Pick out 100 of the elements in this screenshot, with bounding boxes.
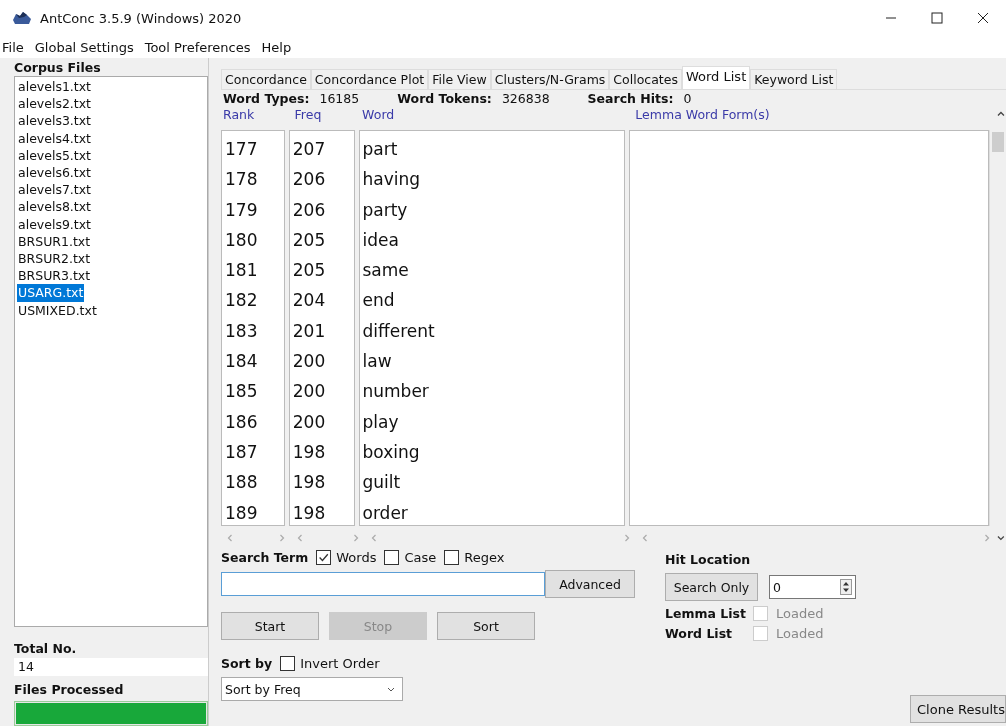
files-processed-label: Files Processed <box>14 682 125 697</box>
checkbox[interactable] <box>444 550 460 565</box>
scroll-up-icon[interactable] <box>996 109 1006 119</box>
table-cell-text: 189 <box>224 501 259 525</box>
table-cell-text: 179 <box>224 198 259 222</box>
list-label: Lemma List <box>665 606 747 621</box>
sort-dropdown[interactable]: Sort by Freq <box>221 677 403 701</box>
table-cell-text: 204 <box>291 289 327 313</box>
stat-label: Search Hits: <box>587 90 674 106</box>
stat-value: 0 <box>683 90 692 106</box>
table-cell-text: 187 <box>224 440 259 464</box>
vertical-scrollbar[interactable] <box>989 130 1006 526</box>
corpus-file-item[interactable]: BRSUR1.txt <box>17 232 92 251</box>
tab[interactable]: Collocates <box>609 69 682 89</box>
table-cell-text: boxing <box>361 440 421 464</box>
column-header[interactable]: Freq <box>294 106 363 122</box>
corpus-file-item[interactable]: alevels9.txt <box>17 215 93 233</box>
table-cell-text: idea <box>361 228 400 252</box>
stat-label: Word Types: <box>223 90 310 106</box>
table-cell-text: 198 <box>291 501 327 525</box>
column-header[interactable]: Word <box>362 106 636 122</box>
corpus-files-label: Corpus Files <box>14 60 102 75</box>
menu-item[interactable]: File <box>2 39 24 55</box>
checkbox-label[interactable]: Invert Order <box>300 656 380 671</box>
scroll-down-icon[interactable] <box>996 533 1006 543</box>
menu-item[interactable]: Tool Preferences <box>144 39 251 55</box>
action-button[interactable]: Start <box>221 612 319 640</box>
corpus-file-item[interactable]: alevels4.txt <box>17 129 93 147</box>
checkbox[interactable] <box>316 550 332 565</box>
action-button[interactable]: Sort <box>437 612 535 640</box>
tab[interactable]: File View <box>428 69 491 89</box>
table-cell-text: 186 <box>224 410 259 434</box>
hit-location-label: Hit Location <box>665 552 752 567</box>
spin-arrows-icon[interactable] <box>840 579 852 595</box>
corpus-file-item[interactable]: alevels7.txt <box>17 181 93 199</box>
table-cell-text: 207 <box>291 138 327 161</box>
corpus-file-item[interactable]: BRSUR2.txt <box>17 250 92 268</box>
table-cell-text: 206 <box>291 198 327 222</box>
tab[interactable]: Concordance Plot <box>310 69 429 89</box>
corpus-file-item[interactable]: alevels1.txt <box>17 78 93 96</box>
table-cell-text: same <box>361 259 410 283</box>
spin-field[interactable]: 0 <box>769 575 856 599</box>
checkbox-label: Loaded <box>776 606 824 621</box>
table-cell-text: having <box>361 168 422 192</box>
menu-item[interactable]: Global Settings <box>34 39 134 55</box>
table-cell-text: law <box>361 350 393 374</box>
app-icon <box>12 10 32 26</box>
corpus-file-item[interactable]: alevels8.txt <box>17 198 93 216</box>
menu-item[interactable]: Help <box>261 39 292 55</box>
column-header[interactable]: Lemma Word Form(s) <box>635 106 997 122</box>
table-cell-text: 188 <box>224 471 259 495</box>
window-title: AntConc 3.5.9 (Windows) 2020 <box>40 10 242 26</box>
table-cell-text: 200 <box>291 410 327 434</box>
table-cell-text: 205 <box>291 228 327 252</box>
scroll-left-icon[interactable] <box>225 533 235 543</box>
table-cell-text: 178 <box>224 168 259 192</box>
column-header[interactable]: Rank <box>221 106 295 122</box>
table-cell-text: 184 <box>224 350 259 374</box>
corpus-file-item[interactable]: alevels6.txt <box>17 164 93 182</box>
clone-results-button[interactable]: Clone Results <box>910 695 1006 723</box>
corpus-file-item[interactable]: USARG.txt <box>17 284 85 302</box>
corpus-file-item[interactable]: BRSUR3.txt <box>17 267 92 285</box>
checkbox[interactable] <box>384 550 400 565</box>
stat-label: Word Tokens: <box>397 90 492 106</box>
scroll-thumb[interactable] <box>992 132 1004 152</box>
tab[interactable]: Clusters/N-Grams <box>490 69 610 89</box>
table-cell-text: 185 <box>224 380 259 404</box>
checkbox-label[interactable]: Words <box>336 550 377 565</box>
table-cell-text: guilt <box>361 471 402 495</box>
tab[interactable]: Concordance <box>221 69 311 89</box>
stat-value: 326838 <box>501 90 550 106</box>
table-cell-text: part <box>361 138 399 161</box>
table-cell-text: 200 <box>291 380 327 404</box>
checkbox-label[interactable]: Regex <box>464 550 505 565</box>
table-cell-text: 198 <box>291 471 327 495</box>
search-term-label: Search Term <box>221 550 309 565</box>
sort-by-label: Sort by <box>221 656 273 671</box>
stat-value: 16185 <box>319 90 360 106</box>
corpus-file-item[interactable]: alevels2.txt <box>17 95 93 113</box>
search-field[interactable] <box>221 572 545 596</box>
table-cell-text: order <box>361 501 409 525</box>
corpus-file-item[interactable]: USMIXED.txt <box>17 301 98 319</box>
table-cell-text: 181 <box>224 259 259 283</box>
table-cell-text: 198 <box>291 440 327 464</box>
corpus-file-item[interactable]: alevels5.txt <box>17 146 93 164</box>
close-icon[interactable] <box>977 12 989 24</box>
maximize-icon[interactable] <box>931 12 943 24</box>
checkbox-label[interactable]: Case <box>404 550 437 565</box>
table-cell-text: party <box>361 198 409 222</box>
tab[interactable]: Keyword List <box>750 69 838 89</box>
checkbox[interactable] <box>280 656 296 671</box>
advanced-button[interactable]: Advanced <box>545 570 635 598</box>
corpus-file-item[interactable]: alevels3.txt <box>17 112 93 130</box>
table-cell-text: 182 <box>224 289 259 313</box>
table-cell-text: end <box>361 289 396 313</box>
table-cell-text: different <box>361 319 436 343</box>
tab[interactable]: Word List <box>681 66 751 89</box>
table-cell-text: 183 <box>224 319 259 343</box>
search-only-button[interactable]: Search Only <box>665 573 758 601</box>
list-label: Word List <box>665 626 734 641</box>
